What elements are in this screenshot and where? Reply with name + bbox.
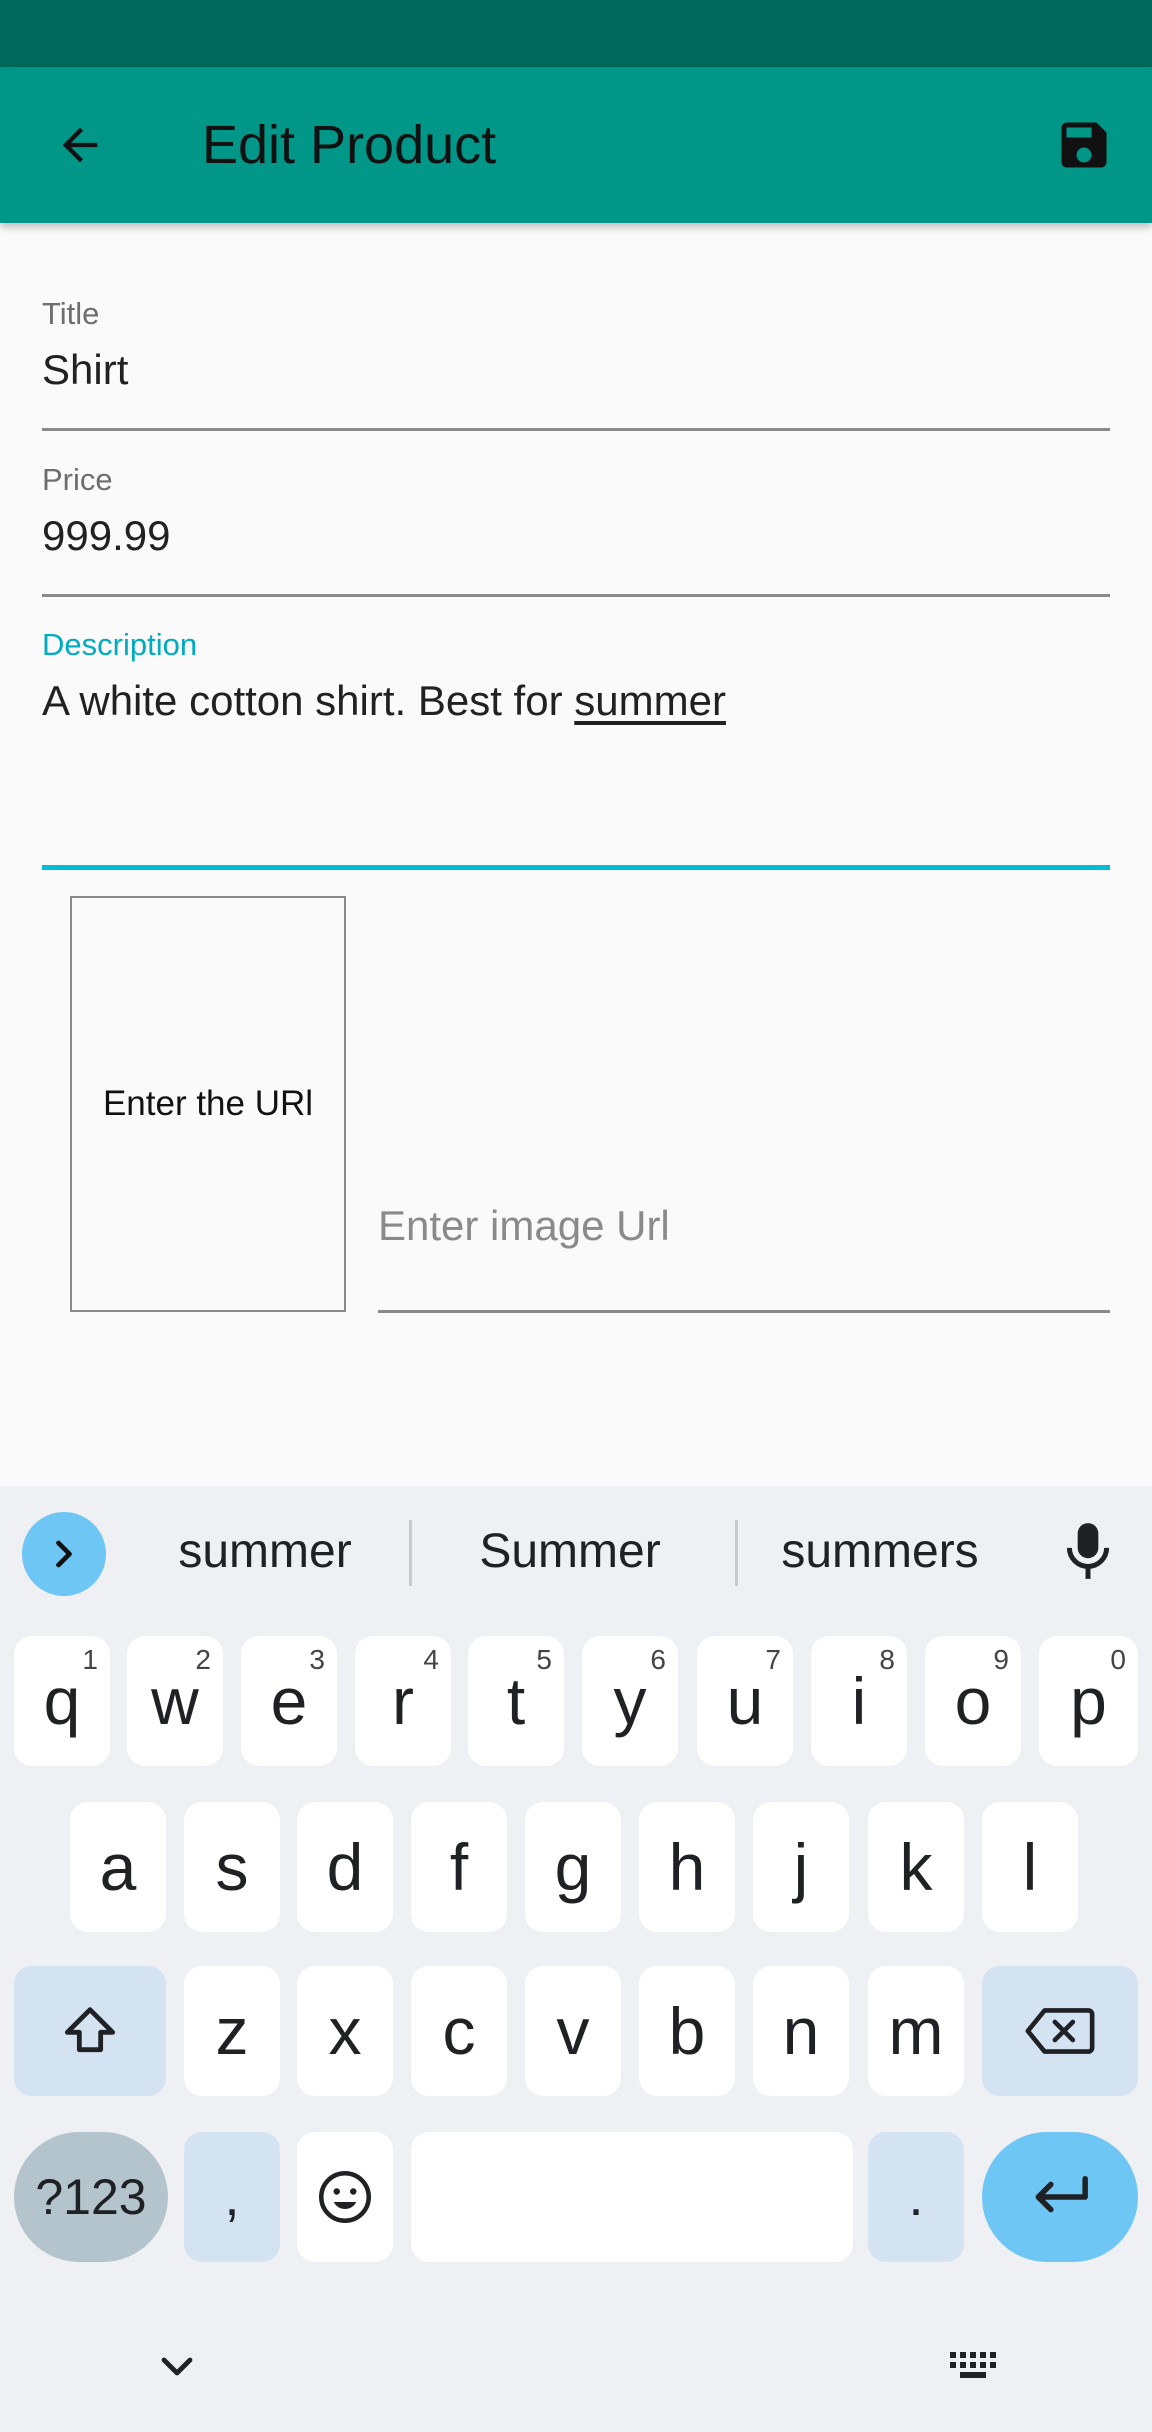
key-m[interactable]: m: [868, 1966, 964, 2096]
enter-key[interactable]: [982, 2132, 1138, 2262]
key-label: q: [43, 1664, 81, 1738]
key-z[interactable]: z: [184, 1966, 280, 2096]
page-title: Edit Product: [202, 115, 497, 175]
key-o[interactable]: o9: [925, 1636, 1021, 1766]
key-y[interactable]: y6: [582, 1636, 678, 1766]
price-label: Price: [42, 462, 113, 497]
on-screen-keyboard: summer Summer summers q1 w2 e3 r4 t5 y6 …: [0, 1486, 1152, 2432]
suggestion-divider: [735, 1520, 738, 1586]
backspace-icon: [1025, 2008, 1095, 2054]
emoji-key[interactable]: [297, 2132, 393, 2262]
key-l[interactable]: l: [982, 1802, 1078, 1932]
suggestion-3[interactable]: summers: [745, 1486, 1015, 1618]
shift-icon: [64, 2007, 116, 2053]
chevron-down-icon[interactable]: [150, 2346, 204, 2386]
key-hint: 6: [650, 1644, 666, 1675]
key-label: p: [1070, 1664, 1107, 1738]
backspace-key[interactable]: [982, 1966, 1138, 2096]
key-u[interactable]: u7: [697, 1636, 793, 1766]
symbols-key[interactable]: ?123: [14, 2132, 168, 2262]
key-g[interactable]: g: [525, 1802, 621, 1932]
image-url-field[interactable]: Enter image Url: [378, 1160, 1110, 1316]
suggestion-1[interactable]: summer: [130, 1486, 400, 1618]
title-value: Shirt: [42, 346, 129, 393]
status-bar: [0, 0, 1152, 67]
image-preview-text: Enter the URl: [102, 1084, 314, 1123]
key-h[interactable]: h: [639, 1802, 735, 1932]
space-key[interactable]: [411, 2132, 853, 2262]
key-label: e: [270, 1664, 308, 1738]
key-hint: 9: [993, 1644, 1009, 1675]
back-arrow-icon[interactable]: [44, 109, 116, 181]
key-hint: 1: [82, 1644, 98, 1675]
key-j[interactable]: j: [753, 1802, 849, 1932]
key-hint: 5: [536, 1644, 552, 1675]
key-r[interactable]: r4: [355, 1636, 451, 1766]
key-p[interactable]: p0: [1039, 1636, 1138, 1766]
key-q[interactable]: q1: [14, 1636, 110, 1766]
key-hint: 4: [423, 1644, 439, 1675]
key-d[interactable]: d: [297, 1802, 393, 1932]
key-b[interactable]: b: [639, 1966, 735, 2096]
key-x[interactable]: x: [297, 1966, 393, 2096]
save-icon[interactable]: [1048, 109, 1120, 181]
image-url-underline: [378, 1310, 1110, 1313]
key-label: u: [726, 1664, 764, 1738]
key-label: w: [151, 1664, 199, 1738]
title-label: Title: [42, 296, 100, 331]
suggestion-divider: [409, 1520, 412, 1586]
image-url-placeholder: Enter image Url: [378, 1202, 670, 1249]
description-label: Description: [42, 627, 198, 662]
key-s[interactable]: s: [184, 1802, 280, 1932]
description-composing-word: summer: [574, 677, 726, 724]
description-underline: [42, 865, 1110, 870]
key-label: o: [954, 1664, 992, 1738]
comma-key[interactable]: ,: [184, 2132, 280, 2262]
key-t[interactable]: t5: [468, 1636, 564, 1766]
microphone-icon[interactable]: [1054, 1516, 1122, 1588]
suggestion-bar: summer Summer summers: [0, 1486, 1152, 1618]
image-preview: Enter the URl: [70, 896, 346, 1312]
description-value: A white cotton shirt. Best for summer: [42, 677, 726, 725]
key-label: y: [613, 1664, 647, 1738]
key-hint: 8: [879, 1644, 895, 1675]
key-a[interactable]: a: [70, 1802, 166, 1932]
key-n[interactable]: n: [753, 1966, 849, 2096]
key-hint: 2: [195, 1644, 211, 1675]
period-key[interactable]: .: [868, 2132, 964, 2262]
key-k[interactable]: k: [868, 1802, 964, 1932]
title-underline: [42, 428, 1110, 431]
chevron-right-icon[interactable]: [22, 1512, 106, 1596]
key-i[interactable]: i8: [811, 1636, 907, 1766]
key-hint: 7: [765, 1644, 781, 1675]
key-w[interactable]: w2: [127, 1636, 223, 1766]
emoji-icon: [319, 2171, 371, 2223]
enter-icon: [1035, 2175, 1088, 2213]
app-bar: Edit Product: [0, 67, 1152, 223]
price-value: 999.99: [42, 512, 171, 559]
key-label: r: [392, 1664, 414, 1738]
key-hint: 3: [309, 1644, 325, 1675]
suggestion-2[interactable]: Summer: [420, 1486, 720, 1618]
keyboard-icon[interactable]: [946, 2346, 1006, 2386]
description-field[interactable]: Description A white cotton shirt. Best f…: [42, 627, 1110, 871]
description-text: A white cotton shirt. Best for: [42, 677, 575, 724]
key-f[interactable]: f: [411, 1802, 507, 1932]
price-field[interactable]: Price 999.99: [42, 462, 1110, 598]
key-c[interactable]: c: [411, 1966, 507, 2096]
key-label: t: [506, 1664, 526, 1738]
key-e[interactable]: e3: [241, 1636, 337, 1766]
shift-key[interactable]: [14, 1966, 166, 2096]
key-hint: 0: [1110, 1644, 1126, 1675]
key-label: i: [851, 1664, 867, 1738]
key-v[interactable]: v: [525, 1966, 621, 2096]
title-field[interactable]: Title Shirt: [42, 296, 1110, 432]
price-underline: [42, 594, 1110, 597]
